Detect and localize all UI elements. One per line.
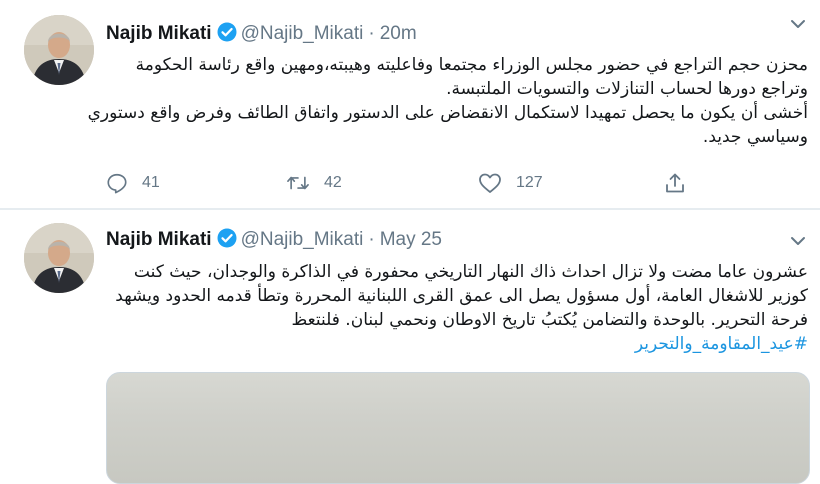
share-icon xyxy=(664,172,686,194)
chevron-down-icon[interactable] xyxy=(790,234,806,246)
tweet-text: محزن حجم التراجع في حضور مجلس الوزراء مج… xyxy=(87,53,808,149)
reply-button[interactable]: 41 xyxy=(106,170,160,196)
like-button[interactable]: 127 xyxy=(478,170,543,196)
tweet[interactable]: Najib Mikati @Najib_Mikati · May 25 عشرون ع… xyxy=(0,210,820,484)
avatar-photo xyxy=(24,15,94,85)
hashtag-link[interactable]: #عيد_المقاومة_والتحرير xyxy=(106,332,808,356)
author-handle[interactable]: @Najib_Mikati xyxy=(241,229,364,250)
tweet-actions: 41 42 127 xyxy=(106,170,706,196)
like-count: 127 xyxy=(516,174,543,191)
verified-badge-icon xyxy=(217,22,237,50)
tweet-text-line: عشرون عاما مضت ولا تزال احداث ذاك النهار… xyxy=(133,262,808,282)
separator: · xyxy=(368,23,375,44)
tweet-header: Najib Mikati @Najib_Mikati · May 25 xyxy=(106,227,442,253)
retweet-count: 42 xyxy=(324,174,342,191)
avatar[interactable] xyxy=(24,223,94,293)
timestamp[interactable]: 20m xyxy=(380,23,417,44)
avatar[interactable] xyxy=(24,15,94,85)
tweet-text-line: وسياسي جديد. xyxy=(702,127,808,147)
verified-badge-icon xyxy=(217,228,237,256)
tweet[interactable]: Najib Mikati @Najib_Mikati · 20m محزن حجم ا… xyxy=(0,0,820,209)
retweet-icon xyxy=(286,172,310,194)
reply-icon xyxy=(106,172,128,194)
like-icon xyxy=(478,172,502,194)
separator: · xyxy=(368,229,375,250)
share-button[interactable] xyxy=(664,170,686,196)
tweet-text-line: فرحة التحرير. بالوحدة والتضامن يُكتبُ تا… xyxy=(291,310,808,330)
author-name[interactable]: Najib Mikati xyxy=(106,23,212,44)
author-name[interactable]: Najib Mikati xyxy=(106,229,212,250)
tweet-text-line: كوزير للاشغال العامة، أول مسؤول يصل الى … xyxy=(115,286,808,306)
chevron-down-icon[interactable] xyxy=(790,17,806,29)
tweet-text: عشرون عاما مضت ولا تزال احداث ذاك النهار… xyxy=(106,260,808,356)
tweet-header: Najib Mikati @Najib_Mikati · 20m xyxy=(106,21,417,47)
tweet-text-line: وتراجع دورها لحساب التنازلات والتسويات ا… xyxy=(446,79,808,99)
tweet-text-line: محزن حجم التراجع في حضور مجلس الوزراء مج… xyxy=(135,55,808,75)
tweet-media-image[interactable] xyxy=(106,372,810,484)
timestamp[interactable]: May 25 xyxy=(380,229,442,250)
avatar-photo xyxy=(24,223,94,293)
retweet-button[interactable]: 42 xyxy=(286,170,342,196)
author-handle[interactable]: @Najib_Mikati xyxy=(241,23,364,44)
reply-count: 41 xyxy=(142,174,160,191)
tweet-text-line: أخشى أن يكون ما يحصل تمهيدا لاستكمال الا… xyxy=(87,103,808,123)
